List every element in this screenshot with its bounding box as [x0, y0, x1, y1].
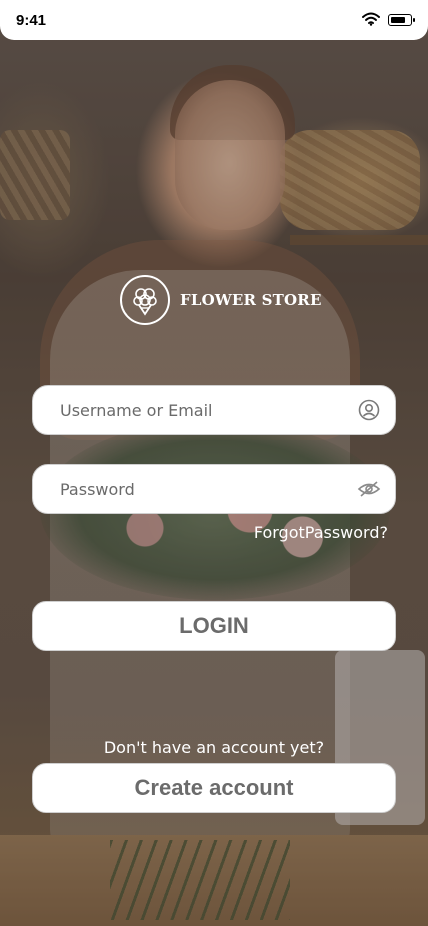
user-circle-icon: [357, 398, 381, 422]
status-time: 9:41: [16, 11, 47, 29]
username-input[interactable]: [58, 399, 357, 421]
brand-name: FLOWER STORE: [180, 291, 322, 309]
username-field[interactable]: [32, 385, 396, 435]
brand-logo: FLOWER STORE: [120, 275, 322, 325]
flower-bouquet-icon: [120, 275, 170, 325]
eye-off-icon[interactable]: [357, 477, 381, 501]
status-icons: [362, 11, 415, 30]
wifi-icon: [362, 11, 380, 30]
create-account-button[interactable]: Create account: [32, 763, 396, 813]
status-bar: 9:41: [0, 0, 428, 40]
password-input[interactable]: [58, 478, 357, 500]
login-button[interactable]: LOGIN: [32, 601, 396, 651]
forgot-password-link[interactable]: ForgotPassword?: [254, 523, 388, 542]
no-account-prompt: Don't have an account yet?: [103, 738, 325, 757]
password-field[interactable]: [32, 464, 396, 514]
battery-icon: [388, 14, 415, 26]
login-screen: 9:41 FLOWER STORE Username or Email Forg…: [0, 0, 428, 926]
